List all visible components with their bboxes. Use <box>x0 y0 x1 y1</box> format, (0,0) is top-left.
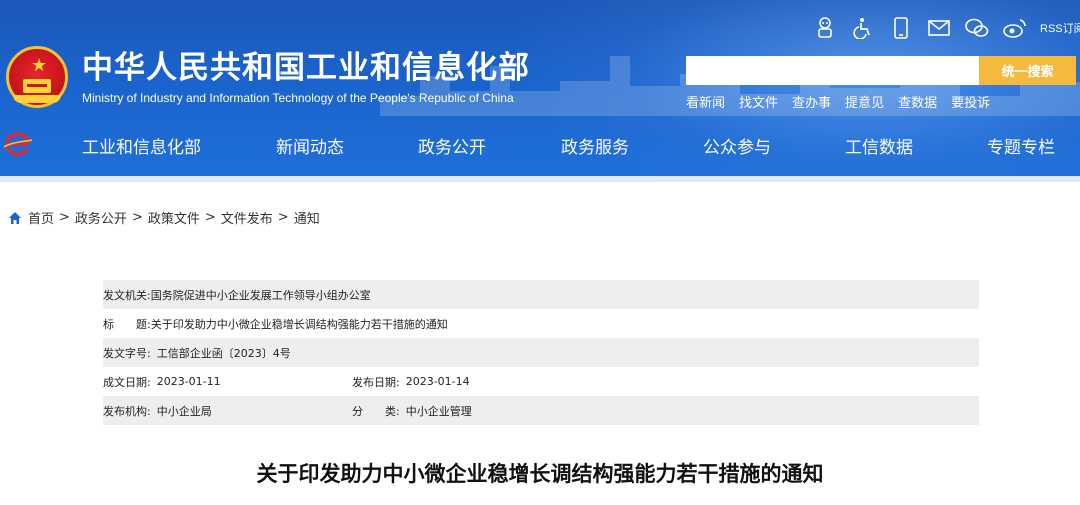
issuer-label: 发文机关: <box>103 288 151 302</box>
meta-row-issuer: 发文机关: 国务院促进中小企业发展工作领导小组办公室 <box>103 280 979 309</box>
category-value: 中小企业管理 <box>405 404 472 418</box>
published-date-value: 2023-01-14 <box>405 375 470 388</box>
breadcrumb-separator: > <box>59 210 70 225</box>
breadcrumb-gov-affairs[interactable]: 政务公开 <box>75 208 127 227</box>
robot-icon[interactable] <box>812 15 838 41</box>
quick-link-news[interactable]: 看新闻 <box>686 92 725 111</box>
quick-link-complaint[interactable]: 要投诉 <box>951 92 990 111</box>
rss-subscribe-link[interactable]: RSS订阅 <box>1040 20 1080 36</box>
breadcrumb: 首页 > 政务公开 > 政策文件 > 文件发布 > 通知 <box>8 208 320 227</box>
breadcrumb-doc-release[interactable]: 文件发布 <box>221 208 273 227</box>
document-title: 关于印发助力中小微企业稳增长调结构强能力若干措施的通知 <box>256 462 824 486</box>
quick-link-files[interactable]: 找文件 <box>739 92 778 111</box>
weibo-icon[interactable] <box>1002 15 1028 41</box>
emblem-star: ★ <box>31 55 48 76</box>
title-label-first: 标 <box>103 317 114 331</box>
breadcrumb-policy-docs[interactable]: 政策文件 <box>148 208 200 227</box>
main-nav: 工业和信息化部 新闻动态 政务公开 政务服务 公众参与 工信数据 专题专栏 <box>0 128 1080 164</box>
breadcrumb-separator: > <box>204 210 216 225</box>
quick-link-services[interactable]: 查办事 <box>792 92 831 111</box>
emblem-gate <box>23 79 51 93</box>
quick-links: 看新闻 找文件 查办事 提意见 查数据 要投诉 <box>686 92 1004 111</box>
emblem-sheaf <box>13 95 61 103</box>
quick-link-data[interactable]: 查数据 <box>898 92 937 111</box>
top-utility-icons: RSS订阅 <box>812 12 1080 44</box>
nav-item-ministry[interactable]: 工业和信息化部 <box>82 133 201 158</box>
meta-row-dates: 成文日期: 2023-01-11 发布日期: 2023-01-14 <box>103 367 979 396</box>
doc-no-value: 工信部企业函〔2023〕4号 <box>156 346 291 360</box>
accessibility-icon[interactable] <box>850 15 876 41</box>
site-title[interactable]: 中华人民共和国工业和信息化部 <box>82 48 530 88</box>
issuer-value: 国务院促进中小企业发展工作领导小组办公室 <box>150 288 371 302</box>
mobile-icon[interactable] <box>888 15 914 41</box>
search-input[interactable] <box>686 56 979 85</box>
quick-link-feedback[interactable]: 提意见 <box>845 92 884 111</box>
site-header: ★ 中华人民共和国工业和信息化部 Ministry of Industry an… <box>0 0 1080 176</box>
meta-row-title: 标 题: 关于印发助力中小微企业稳增长调结构强能力若干措施的通知 <box>103 309 979 338</box>
nav-item-gov-services[interactable]: 政务服务 <box>561 133 629 158</box>
document-metadata-table: 发文机关: 国务院促进中小企业发展工作领导小组办公室 标 题: 关于印发助力中小… <box>103 280 979 425</box>
nav-item-news[interactable]: 新闻动态 <box>276 133 344 158</box>
category-label-first: 分 <box>352 404 363 418</box>
nav-item-gov-affairs[interactable]: 政务公开 <box>418 133 486 158</box>
created-date-value: 2023-01-11 <box>156 375 221 388</box>
doc-no-label: 发文字号: <box>103 346 151 360</box>
nav-item-data[interactable]: 工信数据 <box>845 133 913 158</box>
breadcrumb-notice[interactable]: 通知 <box>294 208 320 227</box>
nav-item-special-topics[interactable]: 专题专栏 <box>987 133 1055 158</box>
breadcrumb-home[interactable]: 首页 <box>28 208 54 227</box>
breadcrumb-separator: > <box>131 210 143 225</box>
title-label-second: 题: <box>136 317 151 331</box>
header-bottom-strip <box>0 176 1080 182</box>
nav-item-public-participation[interactable]: 公众参与 <box>703 133 771 158</box>
meta-row-doc-no: 发文字号: 工信部企业函〔2023〕4号 <box>103 338 979 367</box>
published-date-label: 发布日期: <box>352 375 400 389</box>
breadcrumb-separator: > <box>277 210 289 225</box>
meta-row-org-category: 发布机构: 中小企业局 分 类: 中小企业管理 <box>103 396 979 425</box>
wechat-icon[interactable] <box>964 15 990 41</box>
site-subtitle: Ministry of Industry and Information Tec… <box>82 91 514 105</box>
org-value: 中小企业局 <box>156 404 212 418</box>
title-value: 关于印发助力中小微企业稳增长调结构强能力若干措施的通知 <box>150 317 448 331</box>
org-label: 发布机构: <box>103 404 151 418</box>
search-button[interactable]: 统一搜索 <box>979 56 1076 85</box>
created-date-label: 成文日期: <box>103 375 151 389</box>
home-icon <box>9 211 21 224</box>
category-label-second: 类: <box>385 404 400 418</box>
mail-icon[interactable] <box>926 15 952 41</box>
national-emblem-logo[interactable]: ★ <box>6 46 68 108</box>
